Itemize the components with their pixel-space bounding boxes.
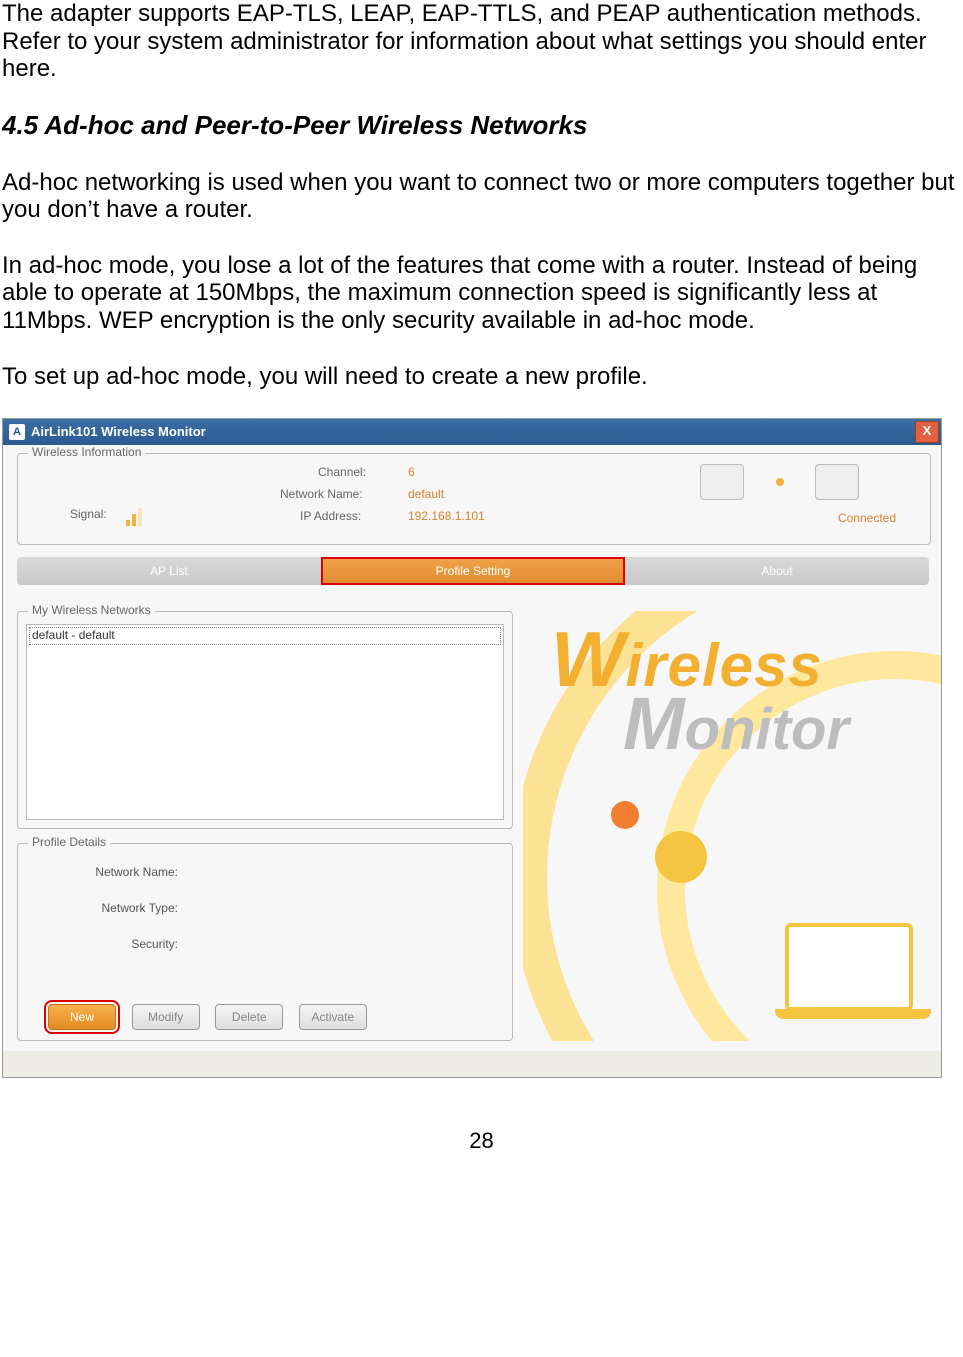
ip-value: 192.168.1.101: [408, 510, 485, 524]
network-name-value: default: [408, 488, 444, 502]
my-networks-group: My Wireless Networks default - default: [17, 611, 513, 829]
window-title: AirLink101 Wireless Monitor: [31, 425, 206, 440]
button-row: New Modify Delete Activate: [48, 1004, 379, 1030]
window-footer: [3, 1051, 941, 1077]
section-heading: 4.5 Ad-hoc and Peer-to-Peer Wireless Net…: [2, 111, 961, 141]
group-legend: Wireless Information: [28, 446, 145, 460]
signal-label: Signal:: [70, 508, 107, 522]
laptop-icon: [785, 923, 913, 1011]
wireless-info-group: Wireless Information Signal: Channel: 6 …: [17, 453, 931, 545]
computer-icon: [700, 464, 744, 500]
body-paragraph: In ad-hoc mode, you lose a lot of the fe…: [2, 252, 961, 335]
close-icon[interactable]: X: [915, 421, 939, 443]
router-icon: [815, 464, 859, 500]
yellow-ball-icon: [655, 831, 707, 883]
page-number: 28: [0, 1128, 963, 1153]
tab-bar: AP List Profile Setting About: [17, 557, 929, 585]
body-paragraph: The adapter supports EAP-TLS, LEAP, EAP-…: [2, 0, 961, 83]
detail-network-type-label: Network Type:: [28, 902, 178, 916]
titlebar[interactable]: A AirLink101 Wireless Monitor X: [3, 419, 941, 445]
brand-word-monitor: Monitor: [623, 681, 849, 766]
app-window: A AirLink101 Wireless Monitor X Wireless…: [2, 418, 942, 1078]
modify-button[interactable]: Modify: [132, 1004, 200, 1030]
activate-button[interactable]: Activate: [299, 1004, 367, 1030]
networks-listbox[interactable]: default - default: [26, 624, 504, 820]
decorative-panel: Wireless Monitor: [523, 611, 942, 1041]
status-label: Connected: [838, 512, 896, 526]
network-name-label: Network Name:: [280, 488, 363, 502]
group-legend: Profile Details: [28, 836, 110, 850]
detail-network-name-label: Network Name:: [28, 866, 178, 880]
body-paragraph: Ad-hoc networking is used when you want …: [2, 169, 961, 224]
tab-about[interactable]: About: [625, 557, 929, 585]
channel-value: 6: [408, 466, 415, 480]
profile-details-group: Profile Details Network Name: Network Ty…: [17, 843, 513, 1041]
delete-button[interactable]: Delete: [215, 1004, 283, 1030]
new-button[interactable]: New: [48, 1004, 116, 1030]
group-legend: My Wireless Networks: [28, 604, 155, 618]
list-item[interactable]: default - default: [29, 627, 501, 645]
app-icon: A: [9, 424, 25, 440]
ip-label: IP Address:: [300, 510, 361, 524]
body-paragraph: To set up ad-hoc mode, you will need to …: [2, 363, 961, 391]
tab-ap-list[interactable]: AP List: [17, 557, 321, 585]
detail-security-label: Security:: [28, 938, 178, 952]
signal-bars-icon: [126, 508, 156, 526]
tab-profile-setting[interactable]: Profile Setting: [321, 557, 625, 585]
channel-label: Channel:: [318, 466, 366, 480]
link-dot-icon: [776, 478, 784, 486]
laptop-base-icon: [775, 1009, 931, 1019]
